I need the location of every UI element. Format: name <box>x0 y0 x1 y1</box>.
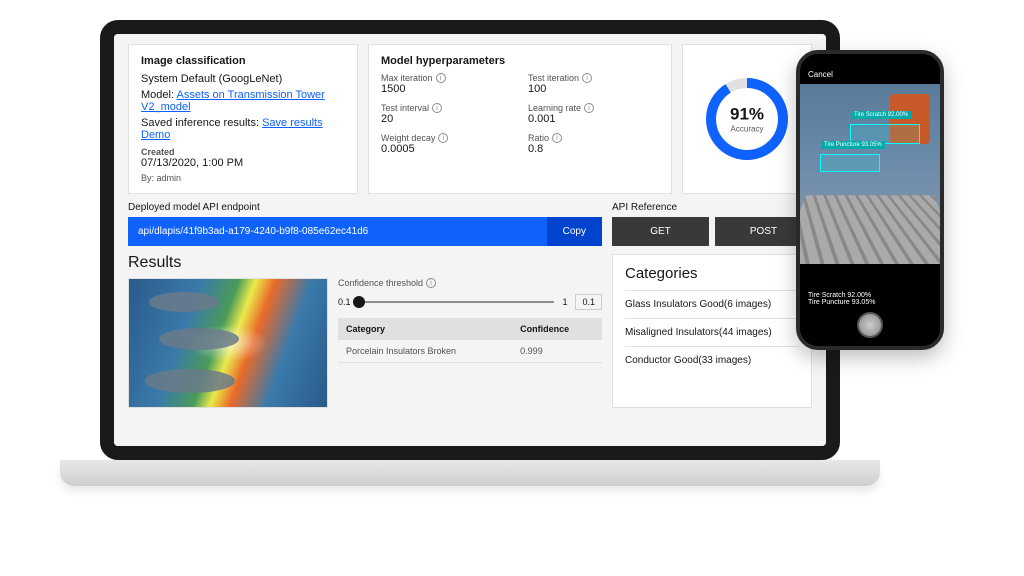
results-title: Results <box>128 254 602 272</box>
weight-decay-value: 0.0005 <box>381 143 512 155</box>
info-icon[interactable]: i <box>438 133 448 143</box>
card-title: Model hyperparameters <box>381 55 659 67</box>
max-iteration-value: 1500 <box>381 83 512 95</box>
deployed-endpoint-label: Deployed model API endpoint <box>128 202 602 213</box>
table-row[interactable]: Porcelain Insulators Broken 0.999 <box>338 340 602 363</box>
api-reference-label: API Reference <box>612 202 812 213</box>
info-icon[interactable]: i <box>436 73 446 83</box>
confidence-panel: Confidence thresholdi 0.1 1 0.1 Category <box>338 278 602 408</box>
accuracy-label: Accuracy <box>730 125 764 134</box>
ratio-label: Ratio <box>528 133 549 143</box>
info-icon[interactable]: i <box>582 73 592 83</box>
detection-box: Tire Puncture 93.05% <box>820 154 880 172</box>
confidence-table: Category Confidence Porcelain Insulators… <box>338 318 602 363</box>
accuracy-percent: 91% <box>730 105 764 125</box>
cancel-button[interactable]: Cancel <box>808 70 833 79</box>
api-endpoint[interactable]: api/dlapis/41f9b3ad-a179-4240-b9f8-085e6… <box>128 217 547 246</box>
test-iteration-label: Test iteration <box>528 73 579 83</box>
result-line: Tire Puncture 93.05% <box>808 299 875 306</box>
image-classification-card: Image classification System Default (Goo… <box>128 44 358 194</box>
confidence-slider[interactable] <box>359 301 555 303</box>
phone-frame: Cancel Tire Scratch 92.00% Tire Puncture… <box>796 50 944 350</box>
weight-decay-label: Weight decay <box>381 133 435 143</box>
slider-max: 1 <box>562 297 567 307</box>
accuracy-card: 91% Accuracy <box>682 44 812 194</box>
phone-camera-view: Tire Scratch 92.00% Tire Puncture 93.05% <box>800 84 940 264</box>
test-interval-value: 20 <box>381 113 512 125</box>
created-date: 07/13/2020, 1:00 PM <box>141 157 345 169</box>
info-icon[interactable]: i <box>552 133 562 143</box>
saved-results-label: Saved inference results: <box>141 117 259 129</box>
learning-rate-label: Learning rate <box>528 103 581 113</box>
dashboard: Image classification System Default (Goo… <box>114 34 826 446</box>
card-title: Image classification <box>141 55 345 67</box>
category-item[interactable]: Glass Insulators Good(6 images) <box>625 290 799 318</box>
row-confidence: 0.999 <box>512 340 602 363</box>
col-confidence: Confidence <box>512 318 602 340</box>
created-label: Created <box>141 147 345 157</box>
category-item[interactable]: Conductor Good(33 images) <box>625 346 799 374</box>
max-iteration-label: Max iteration <box>381 73 433 83</box>
detection-tag: Tire Scratch 92.00% <box>851 111 911 119</box>
col-category: Category <box>338 318 512 340</box>
model-label: Model: <box>141 89 174 101</box>
categories-card: Categories Glass Insulators Good(6 image… <box>612 254 812 408</box>
phone-screen: Cancel Tire Scratch 92.00% Tire Puncture… <box>800 54 940 346</box>
test-iteration-value: 100 <box>528 83 659 95</box>
accuracy-gauge: 91% Accuracy <box>703 75 791 163</box>
phone-results: Tire Scratch 92.00% Tire Puncture 93.05% <box>808 292 875 306</box>
system-default: System Default (GoogLeNet) <box>141 73 345 85</box>
info-icon[interactable]: i <box>584 103 594 113</box>
categories-title: Categories <box>625 265 799 282</box>
info-icon[interactable]: i <box>432 103 442 113</box>
laptop-base <box>60 460 880 486</box>
created-by: By: admin <box>141 173 345 183</box>
copy-button[interactable]: Copy <box>547 217 602 246</box>
laptop-frame: Image classification System Default (Goo… <box>100 20 840 490</box>
info-icon[interactable]: i <box>426 278 436 288</box>
phone-notch <box>840 54 900 68</box>
row-category: Porcelain Insulators Broken <box>338 340 512 363</box>
confidence-threshold-label: Confidence threshold <box>338 278 423 288</box>
slider-min: 0.1 <box>338 297 351 307</box>
detection-tag: Tire Puncture 93.05% <box>821 141 885 149</box>
ratio-value: 0.8 <box>528 143 659 155</box>
result-image[interactable] <box>128 278 328 408</box>
test-interval-label: Test interval <box>381 103 429 113</box>
get-button[interactable]: GET <box>612 217 709 246</box>
learning-rate-value: 0.001 <box>528 113 659 125</box>
home-button[interactable] <box>857 312 883 338</box>
category-item[interactable]: Misaligned Insulators(44 images) <box>625 318 799 346</box>
laptop-screen: Image classification System Default (Goo… <box>100 20 840 460</box>
hyperparameters-card: Model hyperparameters Max iterationi 150… <box>368 44 672 194</box>
slider-value[interactable]: 0.1 <box>575 294 602 310</box>
result-line: Tire Scratch 92.00% <box>808 292 875 299</box>
